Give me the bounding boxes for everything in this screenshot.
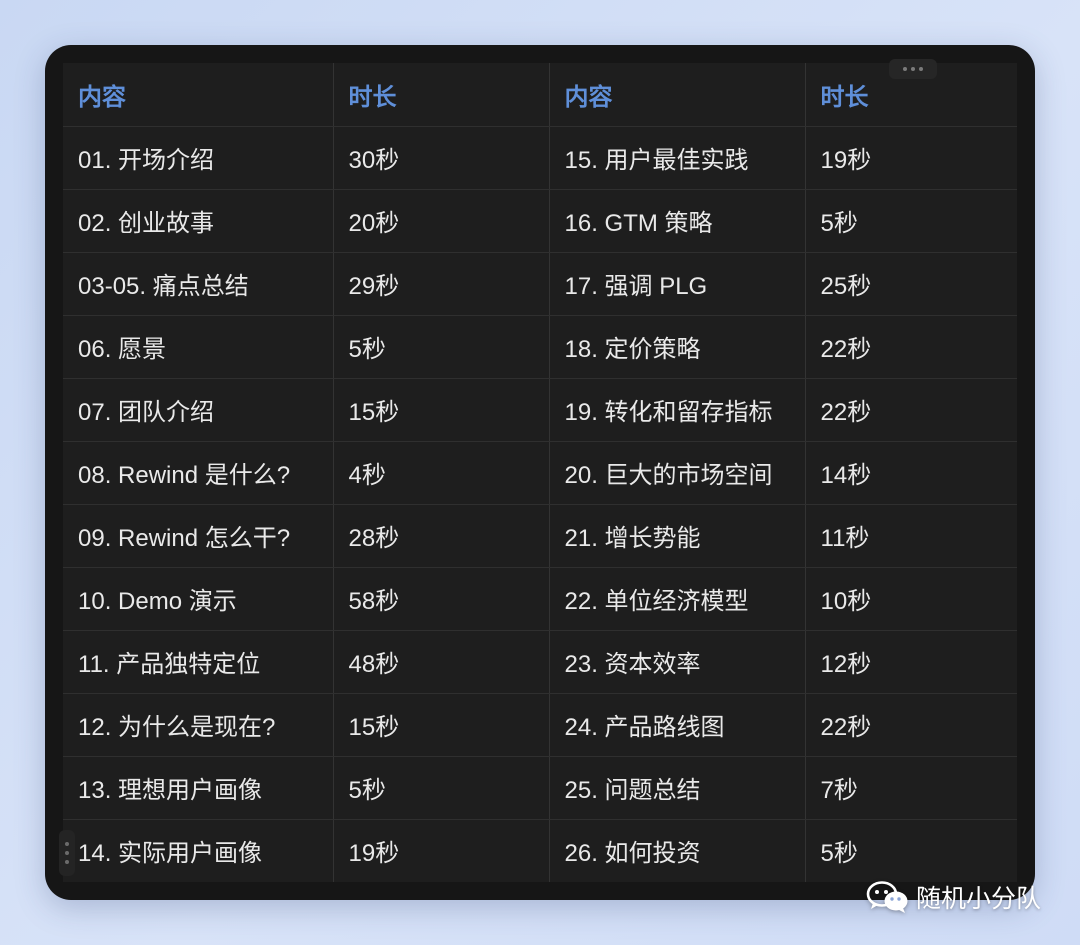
table-cell-content[interactable]: 26. 如何投资 — [548, 819, 805, 882]
table-cell-duration[interactable]: 5秒 — [332, 756, 549, 820]
table-cell-duration[interactable]: 5秒 — [804, 819, 1017, 882]
table-card: 内容 时长 内容 时长 01. 开场介绍 30秒 15. 用户最佳实践 19秒 02. … — [45, 45, 1035, 900]
table-row: 14. 实际用户画像 19秒 26. 如何投资 5秒 — [63, 819, 1017, 882]
duration-table: 内容 时长 内容 时长 01. 开场介绍 30秒 15. 用户最佳实践 19秒 02. … — [63, 63, 1017, 882]
table-row: 13. 理想用户画像 5秒 25. 问题总结 7秒 — [63, 756, 1017, 820]
table-cell-content[interactable]: 21. 增长势能 — [548, 504, 805, 568]
table-cell-duration[interactable]: 48秒 — [332, 630, 549, 694]
table-cell-duration[interactable]: 28秒 — [332, 504, 549, 568]
column-header-content-left[interactable]: 内容 — [63, 63, 333, 127]
table-cell-content[interactable]: 19. 转化和留存指标 — [548, 378, 805, 442]
column-header-duration-left[interactable]: 时长 — [332, 63, 549, 127]
table-cell-content[interactable]: 09. Rewind 怎么干? — [63, 504, 333, 568]
table-cell-content[interactable]: 01. 开场介绍 — [63, 126, 333, 190]
table-cell-content[interactable]: 17. 强调 PLG — [548, 252, 805, 316]
table-cell-duration[interactable]: 19秒 — [332, 819, 549, 882]
more-options-icon[interactable] — [889, 59, 937, 79]
table-row: 08. Rewind 是什么? 4秒 20. 巨大的市场空间 14秒 — [63, 441, 1017, 505]
table-cell-duration[interactable]: 15秒 — [332, 693, 549, 757]
table-cell-duration[interactable]: 58秒 — [332, 567, 549, 631]
table-cell-duration[interactable]: 15秒 — [332, 378, 549, 442]
table-cell-content[interactable]: 11. 产品独特定位 — [63, 630, 333, 694]
table-row: 07. 团队介绍 15秒 19. 转化和留存指标 22秒 — [63, 378, 1017, 442]
table-cell-content[interactable]: 03-05. 痛点总结 — [63, 252, 333, 316]
table-cell-duration[interactable]: 10秒 — [804, 567, 1017, 631]
table-cell-content[interactable]: 23. 资本效率 — [548, 630, 805, 694]
table-cell-duration[interactable]: 14秒 — [804, 441, 1017, 505]
table-body: 01. 开场介绍 30秒 15. 用户最佳实践 19秒 02. 创业故事 20秒 16. G… — [63, 126, 1017, 882]
column-header-content-right[interactable]: 内容 — [548, 63, 805, 127]
drag-handle-icon[interactable] — [59, 830, 75, 876]
table-cell-content[interactable]: 02. 创业故事 — [63, 189, 333, 253]
table-header-row: 内容 时长 内容 时长 — [63, 63, 1017, 127]
table-cell-content[interactable]: 20. 巨大的市场空间 — [548, 441, 805, 505]
table-cell-duration[interactable]: 5秒 — [332, 315, 549, 379]
table-cell-duration[interactable]: 19秒 — [804, 126, 1017, 190]
table-cell-duration[interactable]: 22秒 — [804, 693, 1017, 757]
table-cell-content[interactable]: 08. Rewind 是什么? — [63, 441, 333, 505]
table-row: 06. 愿景 5秒 18. 定价策略 22秒 — [63, 315, 1017, 379]
wechat-icon — [866, 881, 908, 913]
table-row: 09. Rewind 怎么干? 28秒 21. 增长势能 11秒 — [63, 504, 1017, 568]
table-cell-content[interactable]: 25. 问题总结 — [548, 756, 805, 820]
table-cell-content[interactable]: 07. 团队介绍 — [63, 378, 333, 442]
table-cell-content[interactable]: 18. 定价策略 — [548, 315, 805, 379]
watermark-text: 随机小分队 — [916, 885, 1042, 913]
table-container: 内容 时长 内容 时长 01. 开场介绍 30秒 15. 用户最佳实践 19秒 02. … — [63, 63, 1017, 882]
watermark: 随机小分队 — [866, 877, 1041, 917]
table-cell-content[interactable]: 15. 用户最佳实践 — [548, 126, 805, 190]
table-cell-content[interactable]: 16. GTM 策略 — [548, 189, 805, 253]
table-row: 02. 创业故事 20秒 16. GTM 策略 5秒 — [63, 189, 1017, 253]
table-row: 11. 产品独特定位 48秒 23. 资本效率 12秒 — [63, 630, 1017, 694]
table-row: 03-05. 痛点总结 29秒 17. 强调 PLG 25秒 — [63, 252, 1017, 316]
table-cell-duration[interactable]: 4秒 — [332, 441, 549, 505]
table-cell-content[interactable]: 22. 单位经济模型 — [548, 567, 805, 631]
table-cell-duration[interactable]: 22秒 — [804, 315, 1017, 379]
table-row: 10. Demo 演示 58秒 22. 单位经济模型 10秒 — [63, 567, 1017, 631]
table-cell-content[interactable]: 12. 为什么是现在? — [63, 693, 333, 757]
table-row: 12. 为什么是现在? 15秒 24. 产品路线图 22秒 — [63, 693, 1017, 757]
table-cell-duration[interactable]: 5秒 — [804, 189, 1017, 253]
table-cell-duration[interactable]: 11秒 — [804, 504, 1017, 568]
table-cell-duration[interactable]: 29秒 — [332, 252, 549, 316]
table-cell-duration[interactable]: 12秒 — [804, 630, 1017, 694]
table-cell-duration[interactable]: 25秒 — [804, 252, 1017, 316]
table-cell-content[interactable]: 13. 理想用户画像 — [63, 756, 333, 820]
table-cell-duration[interactable]: 7秒 — [804, 756, 1017, 820]
table-cell-duration[interactable]: 30秒 — [332, 126, 549, 190]
table-cell-content[interactable]: 14. 实际用户画像 — [63, 819, 333, 882]
table-cell-content[interactable]: 10. Demo 演示 — [63, 567, 333, 631]
table-cell-content[interactable]: 24. 产品路线图 — [548, 693, 805, 757]
table-cell-content[interactable]: 06. 愿景 — [63, 315, 333, 379]
table-row: 01. 开场介绍 30秒 15. 用户最佳实践 19秒 — [63, 126, 1017, 190]
table-cell-duration[interactable]: 22秒 — [804, 378, 1017, 442]
table-cell-duration[interactable]: 20秒 — [332, 189, 549, 253]
